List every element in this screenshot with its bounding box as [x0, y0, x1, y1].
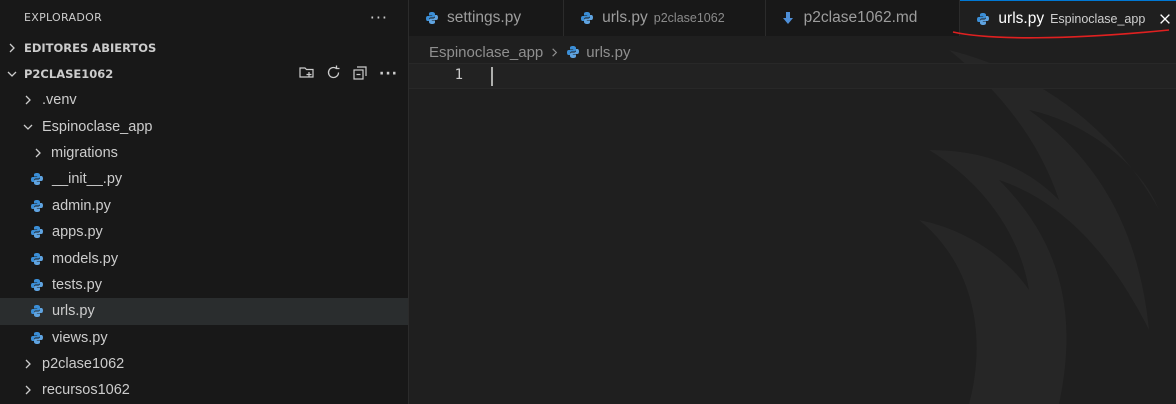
tree-label: recursos1062 [42, 382, 130, 399]
breadcrumb-folder[interactable]: Espinoclase_app [429, 44, 543, 61]
more-actions-icon[interactable]: ··· [379, 66, 398, 82]
tree-file[interactable]: apps.py [0, 219, 408, 245]
collapse-all-icon[interactable] [352, 64, 369, 84]
python-icon [30, 304, 44, 318]
chevron-right-icon [4, 42, 20, 54]
current-line-highlight[interactable] [409, 63, 1176, 89]
python-icon [30, 331, 44, 345]
tree-label: views.py [52, 329, 108, 346]
section-project[interactable]: P2CLASE1062 ··· [0, 61, 408, 87]
editor-area: settings.py urls.py p2clase1062 p2clase1… [409, 0, 1176, 404]
chevron-right-icon [30, 147, 46, 159]
new-file-icon[interactable] [298, 64, 315, 84]
python-icon [30, 278, 44, 292]
tab-p2clase1062-md[interactable]: p2clase1062.md [766, 0, 961, 36]
more-actions-icon[interactable]: ··· [370, 8, 388, 27]
tree-label: admin.py [52, 197, 111, 214]
tree-file[interactable]: views.py [0, 325, 408, 351]
section-label: EDITORES ABIERTOS [24, 41, 157, 55]
tree-folder[interactable]: p2clase1062 [0, 351, 408, 377]
explorer-sidebar: EXPLORADOR ··· EDITORES ABIERTOS P2CLASE… [0, 0, 409, 404]
close-icon[interactable] [1157, 11, 1173, 27]
chevron-right-icon [20, 384, 36, 396]
tree-label: Espinoclase_app [42, 118, 153, 135]
explorer-title: EXPLORADOR [24, 11, 103, 24]
tab-urls-py-p2clase[interactable]: urls.py p2clase1062 [564, 0, 766, 36]
python-icon [425, 11, 439, 25]
line-number: 1 [454, 67, 463, 83]
tab-label: urls.py [998, 9, 1045, 27]
chevron-right-icon [20, 358, 36, 370]
chevron-right-icon [549, 47, 560, 58]
refresh-icon[interactable] [325, 64, 342, 84]
chevron-down-icon [20, 121, 36, 133]
tree-file-selected[interactable]: urls.py [0, 298, 408, 325]
python-icon [30, 225, 44, 239]
tree-label: models.py [52, 250, 119, 267]
python-icon [30, 172, 44, 186]
text-cursor [491, 67, 493, 86]
tab-label: urls.py [602, 9, 648, 26]
section-open-editors[interactable]: EDITORES ABIERTOS [0, 35, 408, 61]
tab-description: Espinoclase_app [1050, 11, 1146, 26]
tab-settings-py[interactable]: settings.py [409, 0, 565, 36]
tab-label: settings.py [447, 9, 522, 26]
tab-description: p2clase1062 [653, 11, 725, 25]
tree-label: migrations [51, 144, 118, 161]
tree-folder[interactable]: migrations [0, 140, 408, 166]
python-icon [30, 252, 44, 266]
markdown-icon [782, 11, 794, 25]
breadcrumb: Espinoclase_app urls.py [429, 41, 630, 63]
tree-folder[interactable]: recursos1062 [0, 377, 408, 403]
tree-file[interactable]: tests.py [0, 272, 408, 298]
tree-label: .venv [42, 92, 77, 109]
annotation-underline [952, 29, 1170, 39]
chevron-right-icon [20, 94, 36, 106]
tree-label: tests.py [52, 276, 102, 293]
section-label: P2CLASE1062 [24, 67, 114, 81]
tree-folder[interactable]: Espinoclase_app [0, 113, 408, 139]
tree-folder[interactable]: .venv [0, 87, 408, 113]
breadcrumb-file[interactable]: urls.py [586, 44, 630, 61]
tree-label: apps.py [52, 224, 103, 241]
tree-label: __init__.py [52, 171, 123, 188]
tree-label: urls.py [52, 303, 95, 320]
python-icon [976, 12, 990, 26]
tree-label: p2clase1062 [42, 356, 125, 373]
tree-file[interactable]: admin.py [0, 193, 408, 219]
python-icon [580, 11, 594, 25]
python-icon [566, 45, 580, 59]
tab-label: p2clase1062.md [803, 9, 918, 26]
tree-file[interactable]: __init__.py [0, 166, 408, 192]
python-icon [30, 199, 44, 213]
tree-file[interactable]: models.py [0, 245, 408, 271]
explorer-header: EXPLORADOR ··· [0, 0, 408, 35]
chevron-down-icon [4, 68, 20, 80]
section-actions: ··· [298, 64, 398, 84]
